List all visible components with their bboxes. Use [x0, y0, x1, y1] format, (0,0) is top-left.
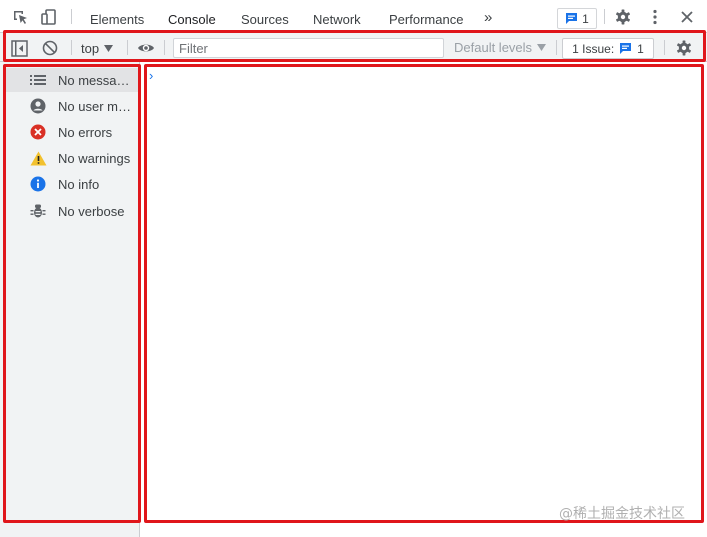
message-icon — [565, 12, 578, 25]
more-options-icon[interactable] — [645, 7, 665, 27]
tab-elements[interactable]: Elements — [90, 0, 144, 32]
issues-button[interactable]: 1 Issue: 1 — [562, 38, 654, 59]
dropdown-arrow-icon — [104, 44, 114, 52]
console-output[interactable]: › — [141, 62, 707, 537]
sidebar-item-errors[interactable]: No errors — [4, 120, 138, 144]
sidebar-item-user-messages[interactable]: No user me… — [4, 94, 138, 118]
divider — [71, 9, 72, 24]
device-toolbar-icon[interactable] — [39, 7, 59, 27]
close-icon[interactable] — [677, 7, 697, 27]
context-label: top — [81, 40, 100, 56]
sidebar-item-label: No verbose — [58, 203, 125, 219]
dropdown-arrow-icon — [537, 44, 547, 51]
issues-count: 1 — [637, 41, 644, 56]
log-levels-label: Default levels — [454, 40, 533, 55]
inspect-element-icon[interactable] — [10, 7, 30, 27]
log-levels-dropdown[interactable]: Default levels — [454, 40, 547, 55]
error-icon — [28, 122, 48, 142]
clear-console-icon[interactable] — [41, 39, 59, 57]
divider — [164, 40, 165, 55]
filter-input[interactable] — [173, 38, 444, 58]
console-prompt[interactable]: › — [149, 68, 153, 83]
devtools-tab-bar: Elements Console Sources Network Perform… — [0, 0, 707, 33]
messages-badge-button[interactable]: 1 — [557, 8, 597, 29]
sidebar-item-label: No messages — [58, 72, 136, 88]
tab-console[interactable]: Console — [156, 0, 228, 33]
sidebar-item-label: No info — [58, 176, 100, 192]
sidebar-item-label: No warnings — [58, 150, 131, 166]
bug-icon — [28, 201, 48, 221]
sidebar-item-info[interactable]: No info — [4, 172, 138, 196]
watermark: @稀土掘金技术社区 — [559, 506, 685, 522]
divider — [604, 9, 605, 24]
console-settings-gear-icon[interactable] — [675, 39, 693, 57]
tab-sources[interactable]: Sources — [241, 0, 289, 32]
live-expression-eye-icon[interactable] — [136, 39, 156, 57]
sidebar-item-verbose[interactable]: No verbose — [4, 199, 138, 223]
messages-count: 1 — [582, 11, 589, 26]
issue-message-icon — [619, 42, 632, 55]
warning-icon — [28, 148, 48, 168]
list-icon — [28, 70, 48, 90]
sidebar-item-label: No errors — [58, 124, 113, 140]
context-selector[interactable]: top — [81, 39, 114, 57]
divider — [71, 40, 72, 55]
tab-network[interactable]: Network — [313, 0, 361, 32]
sidebar-item-label: No user me… — [58, 98, 136, 114]
sidebar-toggle-icon[interactable] — [10, 39, 28, 57]
settings-gear-icon[interactable] — [613, 7, 633, 27]
divider — [127, 40, 128, 55]
tab-performance[interactable]: Performance — [389, 0, 463, 32]
sidebar-item-messages[interactable]: No messages — [4, 68, 138, 92]
divider — [556, 40, 557, 55]
divider — [664, 40, 665, 55]
more-tabs-button[interactable]: » — [484, 0, 492, 32]
user-icon — [28, 96, 48, 116]
console-toolbar: top Default levels 1 Issue: 1 — [0, 33, 707, 62]
info-icon — [28, 174, 48, 194]
sidebar-item-warnings[interactable]: No warnings — [4, 146, 138, 170]
console-sidebar: No messages No user me… No errors No war… — [0, 62, 140, 537]
issues-label: 1 Issue: — [572, 41, 615, 56]
